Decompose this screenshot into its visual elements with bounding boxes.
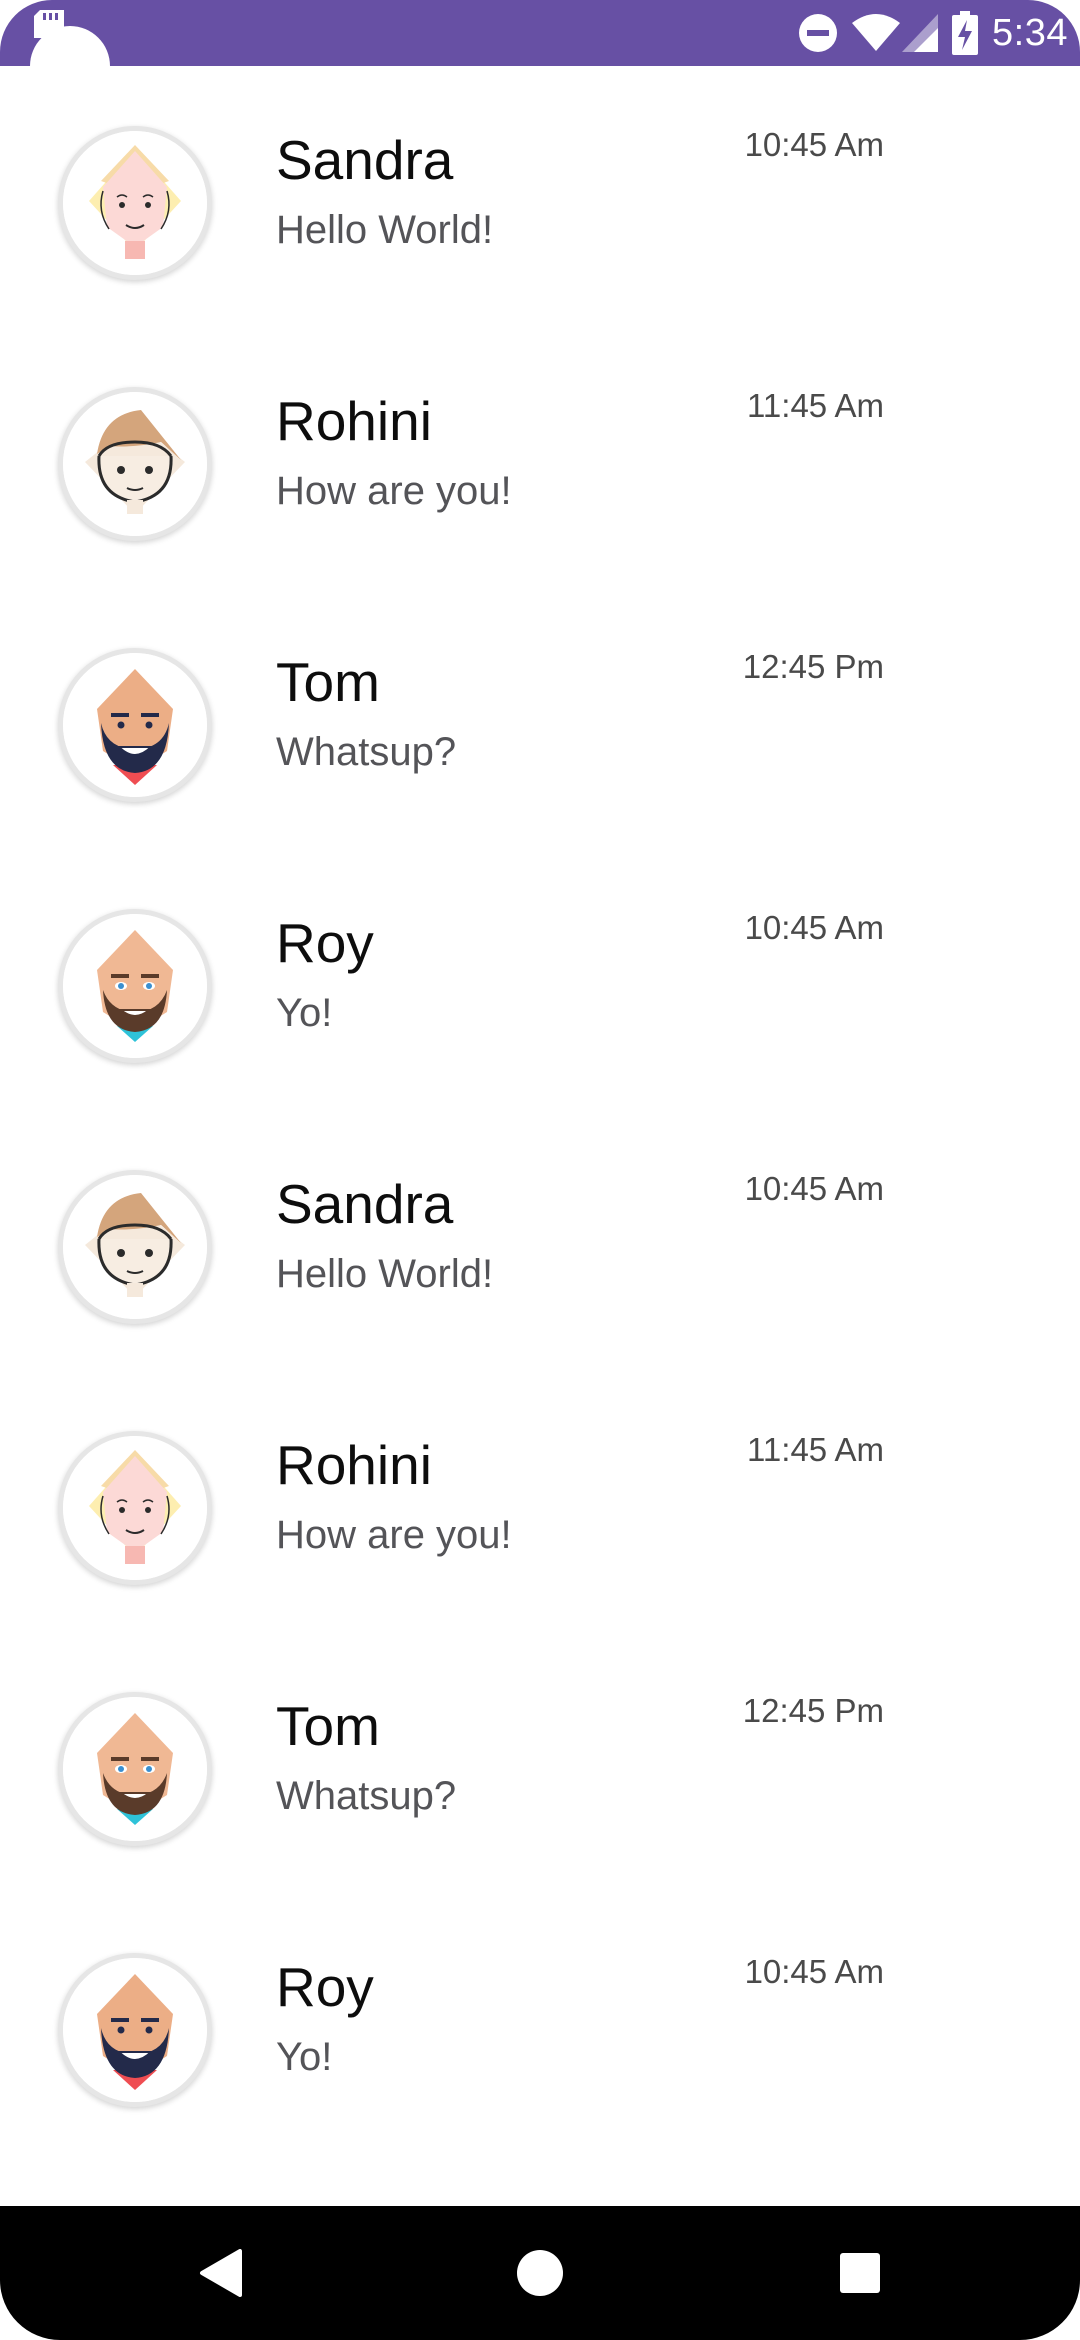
contact-name: Tom <box>276 651 380 713</box>
chat-list-item[interactable]: Rohini How are you! 11:45 Am <box>0 327 1080 588</box>
last-message: Yo! <box>276 2035 333 2079</box>
signal-icon <box>902 14 939 52</box>
chat-list-item[interactable]: Roy Yo! 10:45 Am <box>0 1893 1080 2154</box>
last-message: How are you! <box>276 469 512 513</box>
contact-name: Sandra <box>276 1173 454 1235</box>
chat-list-item[interactable]: Roy Yo! 10:45 Am <box>0 849 1080 1110</box>
message-time: 12:45 Pm <box>742 1692 884 1729</box>
contact-name: Roy <box>276 912 374 974</box>
avatar-man-brown-beard-icon <box>58 909 212 1063</box>
back-icon <box>200 2249 242 2297</box>
avatar-woman-blonde-icon <box>58 126 212 280</box>
back-button[interactable] <box>140 2206 300 2340</box>
avatar-man-dark-beard-icon <box>58 648 212 802</box>
last-message: Yo! <box>276 991 333 1035</box>
home-button[interactable] <box>460 2206 620 2340</box>
navigation-bar <box>0 2206 1080 2340</box>
message-time: 10:45 Am <box>744 1170 884 1207</box>
contact-name: Rohini <box>276 1434 432 1496</box>
chat-list-item[interactable]: Tom Whatsup? 12:45 Pm <box>0 588 1080 849</box>
last-message: How are you! <box>276 1513 512 1557</box>
message-time: 11:45 Am <box>747 387 884 424</box>
chat-list-item[interactable]: Sandra Hello World! 10:45 Am <box>0 66 1080 327</box>
message-time: 10:45 Am <box>744 909 884 946</box>
status-bar: 5:34 <box>0 0 1080 66</box>
avatar-man-dark-beard-icon <box>58 1953 212 2107</box>
status-time: 5:34 <box>992 11 1068 54</box>
chat-list[interactable]: Sandra Hello World! 10:45 Am Rohini How are… <box>0 66 1080 2154</box>
status-icons: 5:34 <box>784 10 1068 56</box>
home-icon <box>517 2250 563 2296</box>
message-time: 12:45 Pm <box>742 648 884 685</box>
contact-name: Roy <box>276 1956 374 2018</box>
last-message: Hello World! <box>276 208 494 252</box>
recents-icon <box>840 2253 880 2293</box>
contact-name: Sandra <box>276 129 454 191</box>
wifi-icon <box>852 13 901 53</box>
last-message: Whatsup? <box>276 730 457 774</box>
do-not-disturb-icon <box>798 13 838 53</box>
avatar-man-brown-beard-icon <box>58 1692 212 1846</box>
last-message: Hello World! <box>276 1252 494 1296</box>
message-time: 11:45 Am <box>747 1431 884 1468</box>
message-time: 10:45 Am <box>744 126 884 163</box>
chat-list-item[interactable]: Rohini How are you! 11:45 Am <box>0 1371 1080 1632</box>
chat-list-item[interactable]: Sandra Hello World! 10:45 Am <box>0 1110 1080 1371</box>
contact-name: Tom <box>276 1695 380 1757</box>
battery-charging-icon <box>952 11 979 55</box>
last-message: Whatsup? <box>276 1774 457 1818</box>
message-time: 10:45 Am <box>744 1953 884 1990</box>
avatar-girl-brown-hair-icon <box>58 387 212 541</box>
avatar-girl-brown-hair-icon <box>58 1170 212 1324</box>
contact-name: Rohini <box>276 390 432 452</box>
chat-list-item[interactable]: Tom Whatsup? 12:45 Pm <box>0 1632 1080 1893</box>
recents-button[interactable] <box>780 2206 940 2340</box>
avatar-woman-blonde-icon <box>58 1431 212 1585</box>
